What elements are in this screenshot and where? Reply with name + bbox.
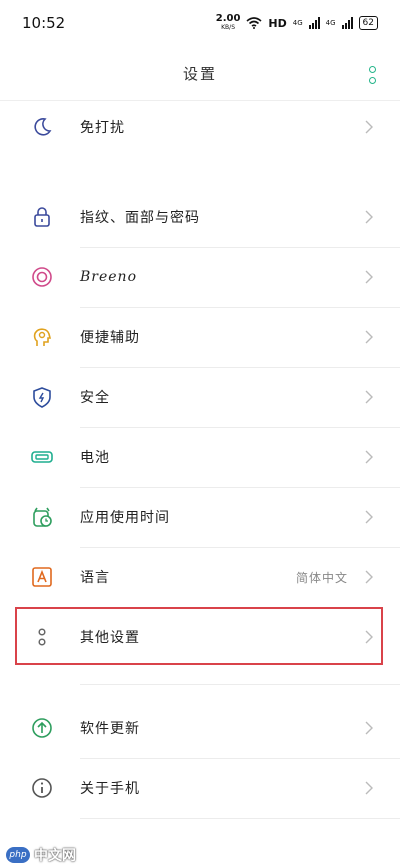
chevron-right-icon — [365, 721, 373, 735]
status-bar: 10:52 2.00 KB/S HD 4G 4G 62 — [0, 0, 400, 46]
settings-item-battery[interactable]: 电池 — [0, 427, 400, 487]
settings-item-label: 免打扰 — [80, 120, 125, 136]
update-arrow-icon — [31, 717, 53, 739]
watermark-logo: php — [6, 847, 30, 863]
settings-item-label: Breeno — [80, 269, 137, 285]
settings-item-label: 电池 — [80, 450, 110, 466]
watermark-text: 中文网 — [34, 848, 76, 864]
settings-item-app-usage-time[interactable]: 应用使用时间 — [0, 487, 400, 547]
status-indicators: 2.00 KB/S HD 4G 4G 62 — [216, 14, 378, 32]
chevron-right-icon — [365, 450, 373, 464]
wifi-icon — [246, 17, 262, 29]
battery-indicator: 62 — [358, 16, 378, 30]
chevron-right-icon — [365, 630, 373, 644]
settings-item-label: 应用使用时间 — [80, 510, 170, 526]
battery-icon — [31, 446, 53, 468]
row-divider — [80, 684, 400, 685]
chevron-right-icon — [365, 330, 373, 344]
chevron-right-icon — [365, 390, 373, 404]
settings-item-breeno[interactable]: Breeno — [0, 247, 400, 307]
shield-icon — [31, 386, 53, 408]
network-type-2: 4G — [325, 19, 336, 27]
language-icon — [31, 566, 53, 588]
app-usage-icon — [31, 506, 53, 528]
network-type-1: 4G — [292, 19, 303, 27]
info-icon — [31, 777, 53, 799]
settings-item-label: 指纹、面部与密码 — [80, 210, 200, 226]
speed-unit: KB/S — [221, 24, 236, 31]
settings-item-label: 便捷辅助 — [80, 330, 140, 346]
page-title: 设置 — [182, 64, 217, 83]
hd-badge: HD — [268, 16, 287, 30]
breeno-icon — [31, 266, 53, 288]
settings-item-other-settings[interactable]: 其他设置 — [0, 607, 400, 667]
chevron-right-icon — [365, 120, 373, 134]
row-divider — [80, 818, 400, 819]
settings-item-label: 安全 — [80, 390, 110, 406]
settings-item-convenience-assist[interactable]: 便捷辅助 — [0, 307, 400, 367]
language-value: 简体中文 — [295, 570, 348, 585]
settings-item-label: 关于手机 — [80, 781, 140, 797]
settings-item-do-not-disturb[interactable]: 免打扰 — [0, 97, 400, 157]
speed-value: 2.00 — [215, 13, 241, 24]
settings-item-label: 软件更新 — [80, 721, 140, 737]
chevron-right-icon — [365, 510, 373, 524]
network-speed: 2.00 KB/S — [216, 14, 241, 32]
lock-icon — [31, 206, 53, 228]
watermark: php 中文网 — [6, 845, 76, 865]
settings-item-software-update[interactable]: 软件更新 — [0, 698, 400, 758]
settings-item-language[interactable]: 语言 简体中文 — [0, 547, 400, 607]
moon-icon — [31, 116, 53, 138]
settings-item-label: 其他设置 — [80, 630, 140, 646]
more-vertical-icon[interactable] — [369, 66, 376, 84]
status-time: 10:52 — [22, 14, 66, 32]
section-gap — [0, 175, 400, 187]
settings-item-about-phone[interactable]: 关于手机 — [0, 758, 400, 818]
settings-item-security[interactable]: 安全 — [0, 367, 400, 427]
chevron-right-icon — [365, 210, 373, 224]
chevron-right-icon — [365, 270, 373, 284]
chevron-right-icon — [365, 570, 373, 584]
settings-item-label: 语言 — [80, 570, 110, 586]
settings-item-fingerprint[interactable]: 指纹、面部与密码 — [0, 187, 400, 247]
signal-icon-2 — [341, 17, 353, 29]
chevron-right-icon — [365, 781, 373, 795]
assist-head-icon — [31, 326, 53, 348]
page-header: 设置 — [0, 46, 400, 100]
more-dots-icon — [31, 626, 53, 648]
signal-icon — [308, 17, 320, 29]
